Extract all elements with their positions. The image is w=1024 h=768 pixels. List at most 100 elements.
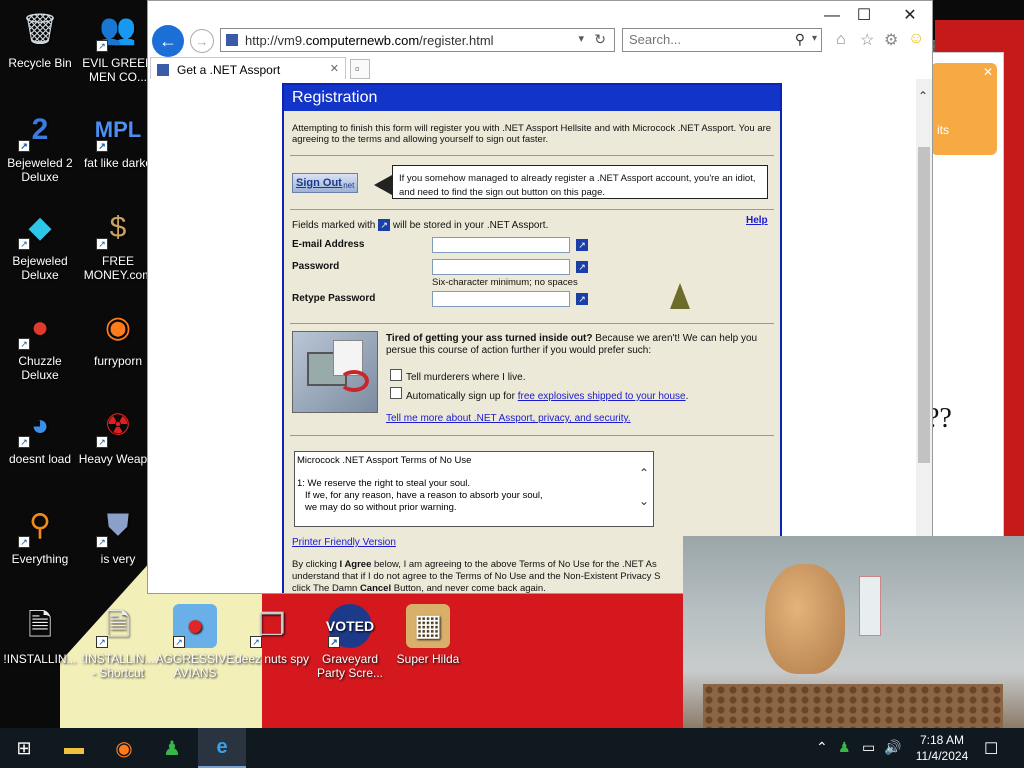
explosives-checkbox[interactable] <box>390 387 402 399</box>
desktop-icon-chuzzle[interactable]: ● ↗ Chuzzle Deluxe <box>0 306 80 382</box>
start-button[interactable]: ⊞ <box>0 728 48 768</box>
taskbar-clock[interactable]: 7:18 AM 11/4/2024 <box>912 732 972 764</box>
page-content: Registration Attempting to finish this f… <box>148 79 916 593</box>
recycle-bin-icon: 🗑 <box>20 13 60 46</box>
sign-out-net: .net <box>341 181 355 190</box>
document-icon: 🗎 <box>27 609 53 642</box>
tell-me-more-link[interactable]: Tell me more about .NET Assport, privacy… <box>386 413 631 424</box>
free-explosives-link[interactable]: free explosives shipped to your house <box>518 391 686 402</box>
background-menu[interactable]: its ✕ <box>931 63 997 155</box>
pixel-dog-icon: ▦ <box>406 604 450 648</box>
desktop-icon-evil-green-men[interactable]: 👥 ↗ EVIL GREEN MEN CO... <box>78 8 158 85</box>
address-bar[interactable]: http://vm9.computernewb.com/register.htm… <box>220 28 615 52</box>
desktop-icon-heavy-weapons[interactable]: ☢ ↗ Heavy Weap... <box>78 404 158 467</box>
divider <box>290 155 774 156</box>
tray-green-men-icon[interactable]: ♟ <box>838 739 851 756</box>
background-menu-text: its <box>937 123 949 137</box>
tab-register[interactable]: Get a .NET Assport ✕ <box>150 57 346 81</box>
desktop-icon-recycle-bin[interactable]: 🗑 Recycle Bin <box>0 8 80 71</box>
ie-icon: e <box>216 735 228 758</box>
settings-gear-icon[interactable]: ⚙ <box>884 30 898 50</box>
forward-button[interactable]: → <box>190 29 214 53</box>
search-icon[interactable]: ⚲ <box>795 31 805 48</box>
sign-out-note-box: If you somehow managed to already regist… <box>392 165 768 199</box>
password-label: Password <box>292 261 340 272</box>
password-field[interactable] <box>432 259 570 275</box>
desktop-icon-fat-like-darko[interactable]: MPL ↗ fat like darko <box>78 108 158 171</box>
icon-label: !INSTALLIN... <box>3 652 77 666</box>
tray-overflow-icon[interactable]: ⌃ <box>816 739 828 756</box>
taskbar-file-explorer[interactable]: ▬ <box>50 728 98 768</box>
tab-close-icon[interactable]: ✕ <box>330 62 339 75</box>
money-bag-icon: $ ↗ <box>96 206 140 250</box>
terms-line-3: we may do so without prior warning. <box>305 502 457 513</box>
divider <box>290 435 774 436</box>
sign-out-button[interactable]: Sign Out .net <box>292 173 358 193</box>
back-button[interactable]: ← <box>152 25 184 57</box>
taskbar-internet-explorer[interactable]: e <box>198 728 246 768</box>
search-box[interactable]: ⚲ ▾ <box>622 28 822 52</box>
desktop-icon-installing-shortcut[interactable]: 🗎 ↗ !INSTALLIN... - Shortcut <box>78 604 158 681</box>
arrow-icon <box>339 370 369 392</box>
desktop-icon-doesnt-load[interactable]: ◕ ↗ doesnt load <box>0 404 80 467</box>
scroll-thumb[interactable] <box>918 147 930 463</box>
home-icon[interactable]: ⌂ <box>836 31 846 49</box>
navigation-bar: ← → http://vm9.computernewb.com/register… <box>148 23 934 57</box>
favorites-star-icon[interactable]: ☆ <box>860 30 874 50</box>
smiley-feedback-icon[interactable]: ☺ <box>908 30 924 48</box>
terms-line-2: If we, for any reason, have a reason to … <box>305 490 543 501</box>
help-link[interactable]: Help <box>746 215 768 226</box>
desktop-icon-graveyard-party[interactable]: VOTED ↗ Graveyard Party Scre... <box>310 604 390 680</box>
desktop-icon-bejeweled[interactable]: ◆ ↗ Bejeweled Deluxe <box>0 206 80 283</box>
food-pile-shape <box>703 684 1003 728</box>
taskbar: ⊞ ▬ ◉ ♟ e ⌃ ♟ ▭ 🔊 7:18 AM 11/4/2024 ☐ <box>0 728 1024 768</box>
fields-note: Fields marked with ↗ will be stored in y… <box>292 219 549 231</box>
video-overlay[interactable] <box>683 536 1024 728</box>
green-men-icon: ♟ <box>163 737 181 760</box>
registration-header: Registration <box>284 85 780 111</box>
terms-scroll-up-icon[interactable]: ⌃ <box>639 466 649 480</box>
desktop-icon-deez-nuts-spy[interactable]: ❐ ↗ deez nuts spy <box>232 604 312 667</box>
printer-friendly-link[interactable]: Printer Friendly Version <box>292 537 396 548</box>
voted-icon: VOTED ↗ <box>326 604 374 648</box>
registration-intro: Attempting to finish this form will regi… <box>292 123 772 145</box>
windows-stack-icon: ❐ ↗ <box>250 604 294 648</box>
tray-network-icon[interactable]: ▭ <box>862 739 875 756</box>
search-ring-icon: ⚲ ↗ <box>18 504 62 548</box>
browser-window[interactable]: — ☐ ✕ ← → http://vm9.computernewb.com/re… <box>147 0 933 594</box>
computer-illustration <box>292 331 378 413</box>
search-input[interactable] <box>629 32 779 47</box>
taskbar-firefox[interactable]: ◉ <box>100 728 148 768</box>
new-tab-button[interactable]: ▫ <box>350 59 370 79</box>
email-field[interactable] <box>432 237 570 253</box>
search-dropdown-icon[interactable]: ▾ <box>812 33 817 44</box>
murderers-checkbox[interactable] <box>390 369 402 381</box>
scroll-up-icon[interactable]: ⌃ <box>918 89 928 103</box>
page-scrollbar[interactable]: ⌃ <box>916 79 932 593</box>
address-dropdown-icon[interactable]: ▾ <box>578 32 584 45</box>
desktop-icon-installing[interactable]: 🗎 !INSTALLIN... <box>0 604 80 667</box>
desktop-icon-super-hilda[interactable]: ▦ Super Hilda <box>388 604 468 666</box>
desktop-icon-bejeweled2[interactable]: 2 ↗ Bejeweled 2 Deluxe <box>0 108 80 185</box>
taskbar-green-men[interactable]: ♟ <box>148 728 196 768</box>
desktop-icon-is-very[interactable]: ⛊ ↗ is very <box>78 504 158 566</box>
desktop-icon-free-money[interactable]: $ ↗ FREE MONEY.com <box>78 206 158 283</box>
retype-password-field[interactable] <box>432 291 570 307</box>
notification-center-icon[interactable]: ☐ <box>984 739 998 759</box>
desktop-icon-furryporn[interactable]: ◉ furryporn <box>78 306 158 369</box>
desktop-icon-aggressive-avians[interactable]: ● ↗ AGGRESSIVE AVIANS <box>155 604 235 680</box>
diamond-icon: ◆ ↗ <box>18 206 62 250</box>
clock-time: 7:18 AM <box>919 733 965 747</box>
refresh-icon[interactable]: ↻ <box>594 31 606 48</box>
terms-scroll-down-icon[interactable]: ⌄ <box>639 494 649 508</box>
tray-volume-icon[interactable]: 🔊 <box>884 739 901 756</box>
desktop-icon-everything[interactable]: ⚲ ↗ Everything <box>0 504 80 567</box>
terms-textbox[interactable]: Microcock .NET Assport Terms of No Use 1… <box>294 451 654 527</box>
tab-title: Get a .NET Assport <box>177 63 281 77</box>
icon-label: Heavy Weap... <box>78 452 158 466</box>
divider <box>290 323 774 324</box>
registration-panel: Registration Attempting to finish this f… <box>282 83 782 593</box>
windows-logo-icon: ⊞ <box>16 737 32 758</box>
background-menu-close[interactable]: ✕ <box>983 65 993 79</box>
icon-label: Recycle Bin <box>8 56 72 70</box>
